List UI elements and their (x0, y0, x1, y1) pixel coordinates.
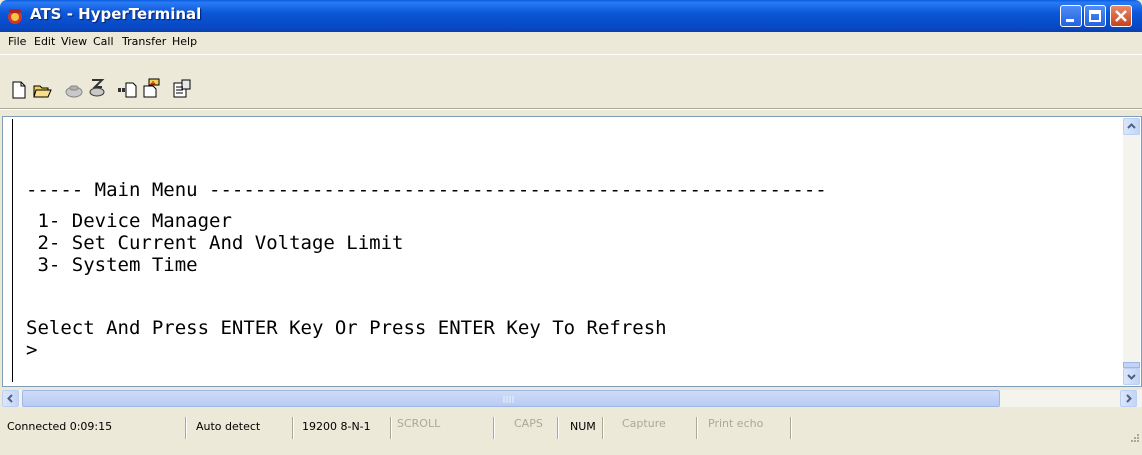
horizontal-scrollbar[interactable] (2, 390, 1142, 407)
status-divider (185, 417, 187, 439)
status-divider (390, 417, 392, 439)
status-auto-detect: Auto detect (196, 420, 261, 433)
properties-icon[interactable] (172, 79, 192, 99)
new-icon[interactable] (9, 80, 29, 100)
terminal-line-option-2: 2- Set Current And Voltage Limit (26, 232, 404, 254)
menu-view[interactable]: View (61, 35, 87, 48)
terminal-line-main-menu: ----- Main Menu ------------------------… (26, 179, 827, 201)
status-divider (602, 417, 604, 439)
scroll-down-button[interactable] (1123, 368, 1140, 385)
maximize-button[interactable] (1084, 5, 1106, 27)
status-print-echo: Print echo (708, 417, 764, 430)
status-capture: Capture (622, 417, 666, 430)
menu-bar: File Edit View Call Transfer Help (0, 32, 1142, 53)
status-port-settings: 19200 8-N-1 (302, 420, 371, 433)
minimize-button[interactable] (1060, 5, 1082, 27)
minimize-icon (1066, 19, 1074, 22)
window-title: ATS - HyperTerminal (30, 5, 202, 23)
status-divider (696, 417, 698, 439)
status-divider (557, 417, 559, 439)
open-icon[interactable] (32, 80, 52, 100)
toolbar-separator (0, 108, 1142, 110)
status-bar: Connected 0:09:15 Auto detect 19200 8-N-… (0, 410, 1142, 455)
terminal-line-prompt-text: Select And Press ENTER Key Or Press ENTE… (26, 317, 667, 339)
resize-grip-icon[interactable] (1128, 433, 1140, 445)
chevron-left-icon (7, 394, 13, 403)
vertical-scrollbar[interactable] (1123, 118, 1140, 385)
terminal-screen[interactable]: ----- Main Menu ------------------------… (12, 119, 1120, 382)
grip-icon (503, 396, 514, 403)
scroll-right-button[interactable] (1120, 390, 1137, 407)
scroll-left-button[interactable] (2, 390, 19, 407)
status-caps: CAPS (514, 417, 543, 430)
terminal-frame: ----- Main Menu ------------------------… (2, 116, 1142, 387)
status-divider (292, 417, 294, 439)
terminal-cursor-prompt: > (26, 339, 38, 361)
close-icon (1115, 10, 1127, 22)
call-icon[interactable] (64, 80, 84, 100)
status-num: NUM (570, 420, 596, 433)
title-bar[interactable]: ATS - HyperTerminal (0, 0, 1142, 32)
menu-edit[interactable]: Edit (34, 35, 55, 48)
chevron-down-icon (1127, 374, 1136, 380)
status-divider (493, 417, 495, 439)
status-divider (790, 417, 792, 439)
chevron-up-icon (1127, 123, 1136, 129)
menu-transfer[interactable]: Transfer (122, 35, 166, 48)
menu-file[interactable]: File (8, 35, 26, 48)
send-icon[interactable] (118, 80, 138, 100)
receive-icon[interactable] (141, 78, 161, 98)
terminal-line-option-3: 3- System Time (26, 254, 198, 276)
status-scroll: SCROLL (397, 417, 441, 430)
maximize-icon (1089, 10, 1101, 22)
menu-call[interactable]: Call (93, 35, 114, 48)
disconnect-icon[interactable] (87, 78, 107, 98)
terminal-line-option-1: 1- Device Manager (26, 210, 232, 232)
status-connected-time: Connected 0:09:15 (7, 420, 113, 433)
chevron-right-icon (1126, 394, 1132, 403)
scroll-up-button[interactable] (1123, 118, 1140, 135)
menu-help[interactable]: Help (172, 35, 197, 48)
hyperterminal-app-icon[interactable] (6, 7, 24, 25)
horizontal-scroll-thumb[interactable] (22, 390, 1000, 407)
close-button[interactable] (1110, 5, 1132, 27)
